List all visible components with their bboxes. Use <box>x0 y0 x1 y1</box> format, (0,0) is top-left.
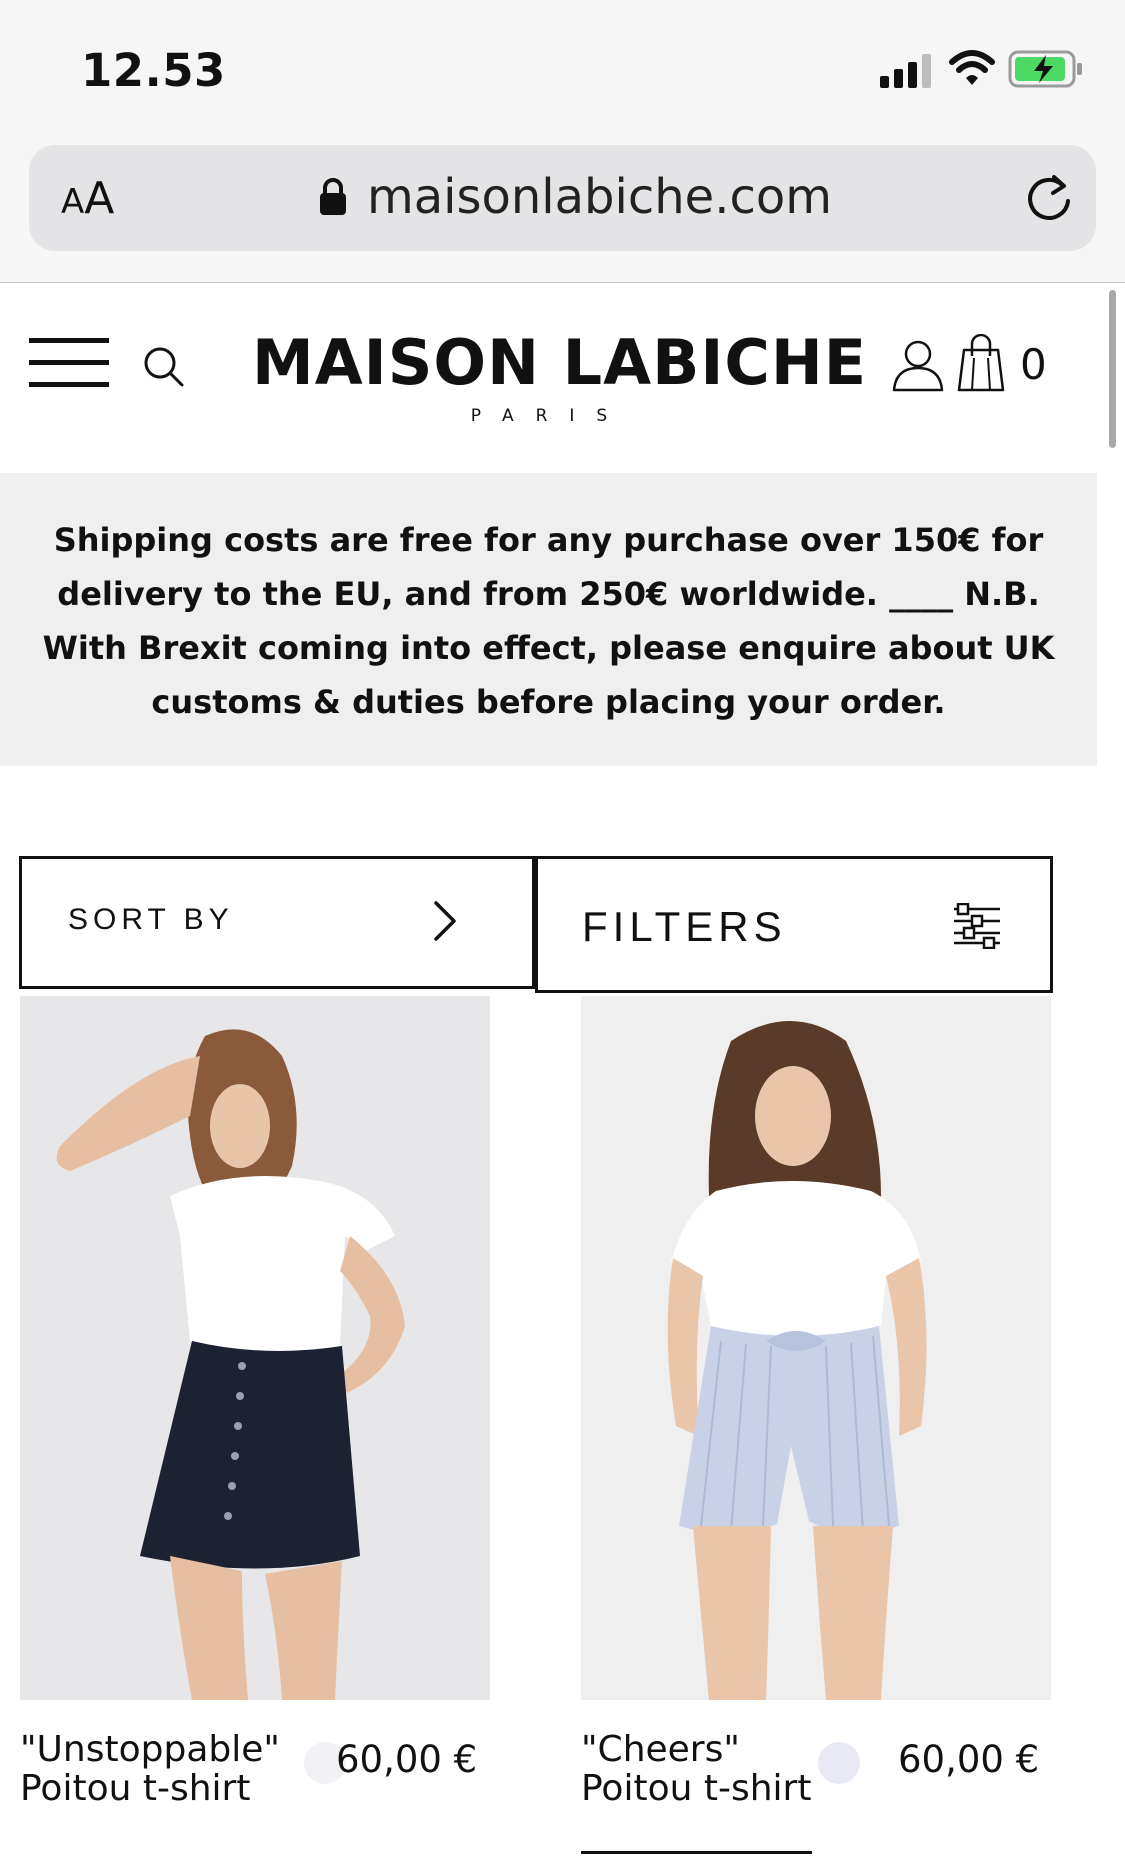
brand-name: MAISON LABICHE <box>252 326 868 399</box>
shipping-notice-text: Shipping costs are free for any purchase… <box>42 521 1055 721</box>
sort-by-button[interactable]: SORT BY <box>19 856 535 989</box>
wifi-icon <box>949 50 995 85</box>
product-image-cheers[interactable] <box>581 996 1051 1700</box>
search-icon[interactable] <box>142 345 186 389</box>
brand-subtitle: PARIS <box>470 406 630 426</box>
menu-icon[interactable] <box>29 338 109 390</box>
scrollbar-thumb[interactable] <box>1109 290 1116 448</box>
text-size-button[interactable]: AA <box>61 173 114 224</box>
sort-by-label: SORT BY <box>68 903 234 936</box>
shopping-bag-icon[interactable] <box>956 334 1006 392</box>
product-image-unstoppable[interactable] <box>20 996 490 1700</box>
chevron-right-icon <box>434 901 456 941</box>
product-price: 60,00 € <box>898 1738 1040 1781</box>
filter-sliders-icon <box>954 903 1000 949</box>
model-photo <box>667 1021 927 1700</box>
color-swatch[interactable] <box>818 1742 860 1784</box>
url-display[interactable]: maisonlabiche.com <box>319 167 832 227</box>
model-photo <box>56 1029 405 1700</box>
product-name-underline <box>581 1851 812 1854</box>
filters-button[interactable]: FILTERS <box>535 856 1053 993</box>
reload-icon[interactable] <box>1022 171 1076 225</box>
browser-chrome: 12.53 AA maisonlabiche.com <box>0 0 1125 283</box>
filters-label: FILTERS <box>582 903 787 950</box>
cart-count[interactable]: 0 <box>1020 340 1047 389</box>
brand-logo[interactable]: MAISON LABICHE PARIS <box>252 326 868 427</box>
battery-charging-icon <box>1008 50 1082 88</box>
text-size-large-label: A <box>84 173 115 224</box>
address-bar[interactable]: AA maisonlabiche.com <box>29 145 1096 251</box>
url-text: maisonlabiche.com <box>367 169 832 225</box>
product-price: 60,00 € <box>336 1738 478 1781</box>
text-size-small-label: A <box>61 182 85 222</box>
shipping-notice-banner: Shipping costs are free for any purchase… <box>0 473 1097 766</box>
account-icon[interactable] <box>891 338 945 392</box>
product-name[interactable]: "Unstoppable" Poitou t-shirt <box>20 1730 300 1808</box>
product-name[interactable]: "Cheers" Poitou t-shirt <box>581 1730 821 1808</box>
signal-icon <box>880 54 931 88</box>
status-time: 12.53 <box>81 44 226 97</box>
lock-icon <box>320 178 346 215</box>
